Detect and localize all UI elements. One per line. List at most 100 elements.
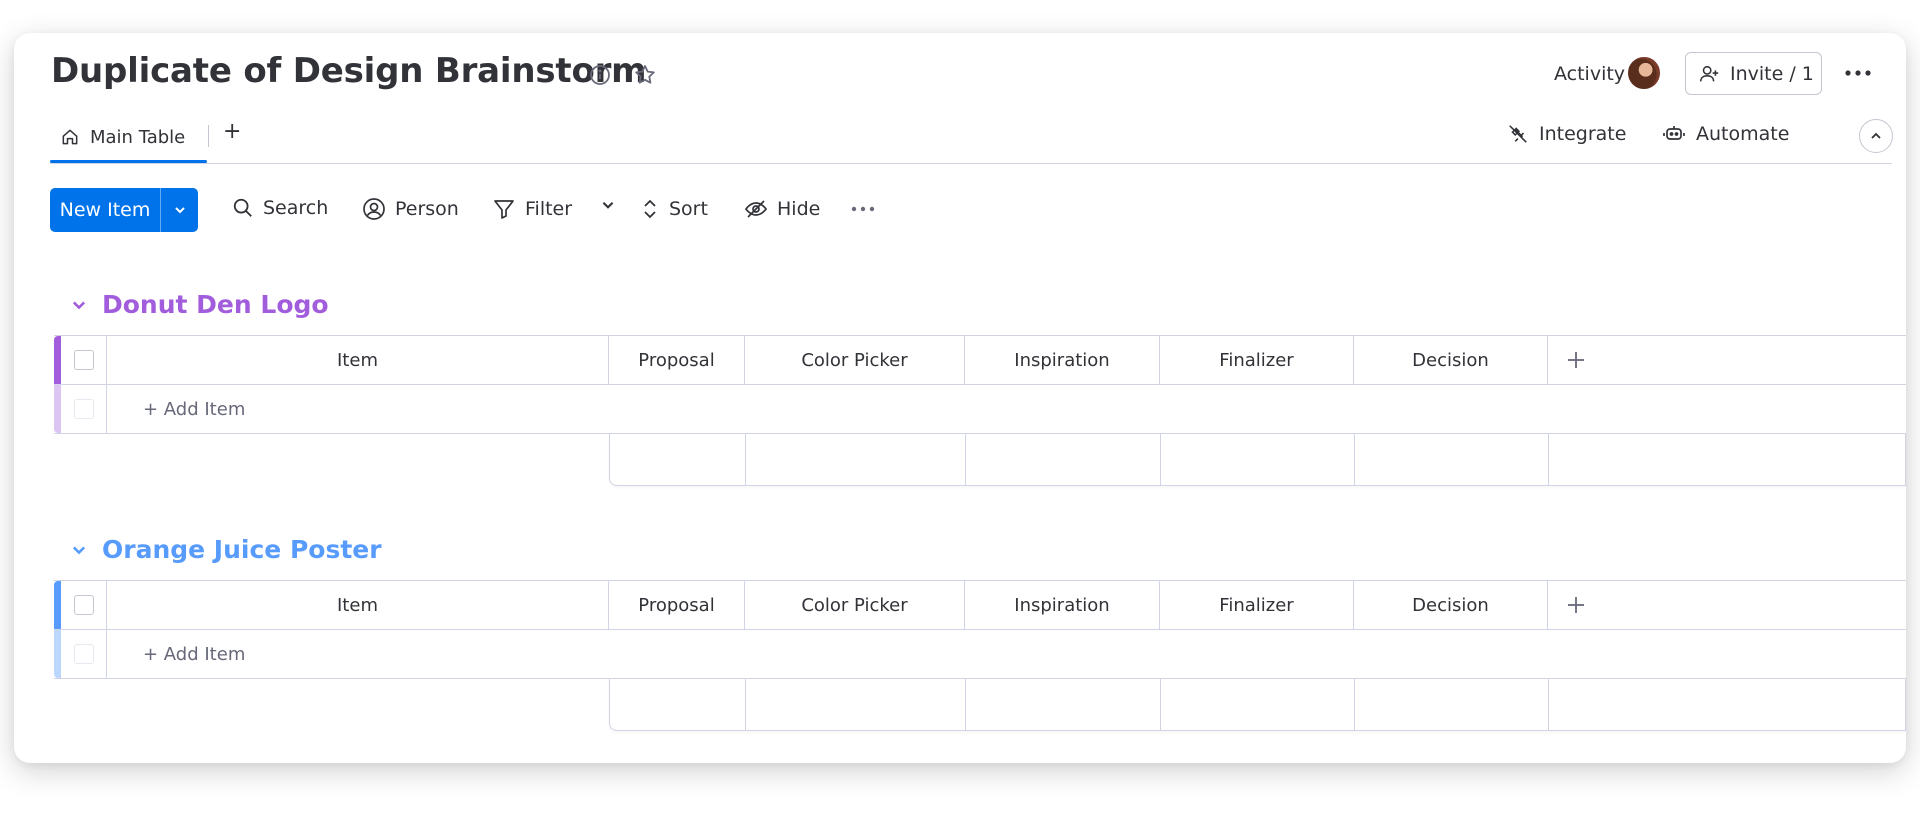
chevron-down-icon (174, 207, 185, 214)
sort-label: Sort (669, 198, 708, 220)
summary-cell (1161, 679, 1355, 730)
plus-icon (1567, 597, 1584, 613)
search-icon (233, 198, 252, 217)
eye-off-icon (744, 200, 768, 218)
filter-icon (494, 200, 514, 219)
board-title[interactable]: Duplicate of Design Brainstorm (51, 51, 647, 91)
tab-main-table[interactable]: Main Table (50, 109, 208, 165)
tab-main-label: Main Table (90, 126, 186, 148)
checkbox (73, 644, 94, 664)
more-horizontal-icon[interactable] (1842, 57, 1874, 89)
invite-label: Invite / 1 (1730, 62, 1814, 85)
add-item-row: + Add Item (54, 629, 1906, 679)
tabs-divider (50, 163, 1892, 164)
column-header-color-picker[interactable]: Color Picker (745, 336, 965, 384)
add-item-input[interactable]: + Add Item (107, 630, 1906, 678)
hide-label: Hide (777, 198, 821, 220)
summary-cell (966, 679, 1161, 730)
column-header-inspiration[interactable]: Inspiration (965, 336, 1160, 384)
summary-cell (966, 434, 1161, 485)
activity-link[interactable]: Activity (1554, 63, 1625, 85)
column-header-decision[interactable]: Decision (1354, 581, 1548, 629)
add-column-button[interactable] (1548, 336, 1603, 384)
hide-button[interactable]: Hide (744, 197, 820, 221)
summary-cell (610, 679, 746, 730)
group-header[interactable]: Orange Juice Poster (70, 535, 382, 564)
plug-icon (1509, 125, 1527, 143)
search-button[interactable]: Search (232, 197, 328, 219)
checkbox (73, 399, 94, 419)
search-label: Search (263, 197, 329, 219)
group-header-row: Item Proposal Color Picker Inspiration F… (54, 335, 1906, 385)
integrate-label: Integrate (1539, 123, 1627, 145)
group-color-bar (54, 630, 61, 678)
column-header-item[interactable]: Item (107, 336, 609, 384)
group-title[interactable]: Orange Juice Poster (102, 535, 382, 564)
checkbox-cell (61, 385, 107, 433)
summary-cell (1549, 679, 1905, 730)
column-header-item[interactable]: Item (107, 581, 609, 629)
group-title[interactable]: Donut Den Logo (102, 290, 329, 319)
column-header-color-picker[interactable]: Color Picker (745, 581, 965, 629)
automate-label: Automate (1696, 123, 1790, 145)
info-icon[interactable] (586, 61, 614, 89)
select-all-checkbox-cell[interactable] (61, 581, 107, 629)
chevron-down-icon[interactable] (70, 296, 88, 314)
home-icon (62, 129, 78, 145)
chevron-down-icon[interactable] (70, 541, 88, 559)
person-filter-button[interactable]: Person (362, 197, 459, 221)
checkbox[interactable] (73, 595, 94, 615)
summary-cell (746, 679, 966, 730)
chevron-down-icon (602, 201, 614, 209)
sort-icon (644, 199, 656, 219)
new-item-dropdown[interactable] (161, 188, 198, 232)
robot-icon (1663, 126, 1685, 140)
add-view-button[interactable]: + (223, 119, 241, 144)
summary-cell (610, 434, 746, 485)
column-header-decision[interactable]: Decision (1354, 336, 1548, 384)
column-header-proposal[interactable]: Proposal (609, 336, 745, 384)
add-person-icon (1699, 65, 1719, 81)
plus-icon (1567, 352, 1584, 368)
summary-cell (746, 434, 966, 485)
invite-button[interactable]: Invite / 1 (1685, 52, 1822, 95)
person-label: Person (395, 198, 459, 220)
add-item-row: + Add Item (54, 384, 1906, 434)
group-header-row: Item Proposal Color Picker Inspiration F… (54, 580, 1906, 630)
column-header-finalizer[interactable]: Finalizer (1160, 581, 1354, 629)
new-item-button[interactable]: New Item (50, 188, 198, 232)
select-all-checkbox-cell[interactable] (61, 336, 107, 384)
chevron-up-icon (1871, 132, 1881, 139)
checkbox-cell (61, 630, 107, 678)
group-header[interactable]: Donut Den Logo (70, 290, 329, 319)
group-color-bar (54, 581, 61, 629)
filter-dropdown[interactable] (600, 197, 616, 213)
group-color-bar (54, 385, 61, 433)
add-item-input[interactable]: + Add Item (107, 385, 1906, 433)
group-color-bar (54, 336, 61, 384)
tab-divider (208, 125, 209, 147)
filter-button[interactable]: Filter (492, 197, 572, 221)
collapse-header-button[interactable] (1859, 119, 1893, 153)
summary-cell (1355, 679, 1549, 730)
star-icon[interactable] (631, 61, 659, 89)
more-horizontal-icon (851, 206, 875, 212)
column-header-proposal[interactable]: Proposal (609, 581, 745, 629)
sort-button[interactable]: Sort (640, 197, 708, 221)
new-item-label[interactable]: New Item (50, 188, 160, 232)
summary-row (609, 434, 1906, 486)
integrate-button[interactable]: Integrate (1507, 123, 1626, 145)
add-column-button[interactable] (1548, 581, 1603, 629)
summary-cell (1355, 434, 1549, 485)
column-header-inspiration[interactable]: Inspiration (965, 581, 1160, 629)
checkbox[interactable] (73, 350, 94, 370)
person-icon (363, 198, 385, 220)
toolbar-more-button[interactable] (850, 205, 876, 213)
avatar[interactable] (1626, 55, 1662, 91)
summary-row (609, 679, 1906, 731)
summary-cell (1549, 434, 1905, 485)
filter-label: Filter (525, 198, 573, 220)
column-header-finalizer[interactable]: Finalizer (1160, 336, 1354, 384)
automate-button[interactable]: Automate (1662, 123, 1789, 145)
summary-cell (1161, 434, 1355, 485)
